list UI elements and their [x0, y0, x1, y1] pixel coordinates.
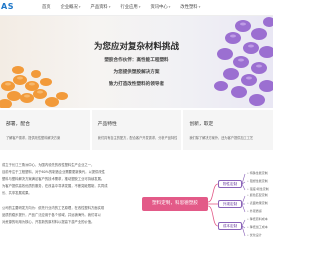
- chevron-down-icon: ▾: [108, 5, 111, 9]
- about-text: 成立于长江三角洲中心，为国内领先的改性塑料生产企业之一， 目前专注于工程塑料，对…: [2, 162, 127, 226]
- mindmap-leaf: • 颜色匹配定制: [247, 193, 268, 197]
- nav-item-company[interactable]: 企业概况▾: [61, 4, 81, 10]
- paragraph-line: 塑料与塑料解决方案满足客户的技术需求，推动塑胶工业可持续发展。: [2, 177, 105, 181]
- feature-description: 我们具有自主的配方，配合客户开发需求，分析产品特性: [97, 136, 178, 140]
- hero-banner: 为您应对复杂材料挑战 塑胶合作伙伴：高性能工程塑料 为您提供塑胶解决方案 致力打…: [0, 16, 273, 108]
- feature-card[interactable]: 创新，取定 我们除了解决方案外，还为客户提供加工工艺: [183, 110, 273, 150]
- feature-description: 我们除了解决方案外，还为客户提供加工工艺: [189, 136, 254, 140]
- service-mindmap: 塑料定制，科思德塑胶 物性定制 外观定制 成本定制 • 特殊性能定制 • 阻燃性…: [140, 150, 273, 262]
- paragraph-line: 公司的主要研发方向为：依托行业内的工艺原理，在改性塑料方面实现: [2, 206, 105, 210]
- mindmap-node-physical: 物性定制: [218, 180, 242, 188]
- paragraph-line: 目前专注于工程塑料，对于60%的制造企业需要更新换代，以提供改性: [2, 170, 105, 174]
- mindmap-leaf: • 外观质感: [247, 209, 262, 213]
- mindmap-leaf: • 强度/韧性定制: [247, 187, 269, 191]
- top-navigation: AS 首页 企业概况▾ 产品资料▾ 行业应用▾ 资讯中心▾ 改性塑料▾: [0, 0, 273, 16]
- mindmap-leaf: • 表面效果定制: [247, 201, 268, 205]
- chevron-down-icon: ▾: [198, 5, 201, 9]
- logo[interactable]: AS: [1, 2, 14, 11]
- chevron-down-icon: ▾: [78, 5, 81, 9]
- mindmap-center: 塑料定制，科思德塑胶: [142, 197, 208, 211]
- nav-item-home[interactable]: 首页: [42, 4, 51, 10]
- feature-title: 产品特性: [97, 122, 117, 127]
- mindmap-leaf: • 阻燃性能定制: [247, 179, 268, 183]
- feature-card[interactable]: 部署，配合 了解客户需求，提供改性塑料解决方案: [0, 110, 90, 150]
- nav-menu: 首页 企业概况▾ 产品资料▾ 行业应用▾ 资讯中心▾ 改性塑料▾: [42, 4, 210, 10]
- feature-description: 了解客户需求，提供改性塑料解决方案: [6, 136, 61, 140]
- mindmap-leaf: • 特殊性能定制: [247, 171, 268, 175]
- chevron-down-icon: ▾: [138, 5, 141, 9]
- mindmap-leaf: • 降低原料成本: [247, 217, 268, 221]
- paragraph-line: 品质的稳步提升，产品广泛应用于各个领域，并远销海外。我们将以: [2, 213, 101, 217]
- hero-line: 致力打造改性塑料的领导者: [108, 82, 165, 87]
- nav-item-modified-plastics[interactable]: 改性塑料▾: [180, 4, 200, 10]
- nav-item-news[interactable]: 资讯中心▾: [150, 4, 170, 10]
- paragraph-line: 成立于长江三角洲中心，为国内领先的改性塑料生产企业之一，: [2, 163, 95, 167]
- chevron-down-icon: ▾: [168, 5, 171, 9]
- nav-item-applications[interactable]: 行业应用▾: [121, 4, 141, 10]
- feature-columns: 部署，配合 了解客户需求，提供改性塑料解决方案 产品特性 我们具有自主的配方，配…: [0, 110, 273, 150]
- hero-line: 塑胶合作伙伴：高性能工程塑料: [104, 58, 169, 63]
- hero-line: 为您提供塑胶解决方案: [113, 70, 160, 75]
- paragraph-line: 长、共享发展成果。: [2, 191, 32, 195]
- mindmap-node-appearance: 外观定制: [218, 200, 242, 208]
- mindmap-node-cost: 成本定制: [218, 222, 242, 230]
- mindmap-leaf: • 降低加工成本: [247, 225, 268, 229]
- feature-title: 部署，配合: [6, 122, 30, 127]
- hero-title: 为您应对复杂材料挑战: [93, 42, 179, 52]
- paragraph-line: 为客户提供高效优质的服务，在改善中寻求发展，不断突破限制，共同成: [2, 184, 108, 188]
- mindmap-leaf: • 优化设计: [247, 233, 262, 237]
- feature-card[interactable]: 产品特性 我们具有自主的配方，配合客户开发需求，分析产品特性: [91, 110, 182, 150]
- nav-item-products[interactable]: 产品资料▾: [91, 4, 111, 10]
- feature-title: 创新，取定: [189, 122, 214, 127]
- about-section: 成立于长江三角洲中心，为国内领先的改性塑料生产企业之一， 目前专注于工程塑料，对…: [0, 150, 273, 262]
- orange-pellets-image: [0, 66, 68, 108]
- paragraph-line: 对资源的利用为核心，开发新的原材料以提高下游产业的价值。: [2, 220, 95, 224]
